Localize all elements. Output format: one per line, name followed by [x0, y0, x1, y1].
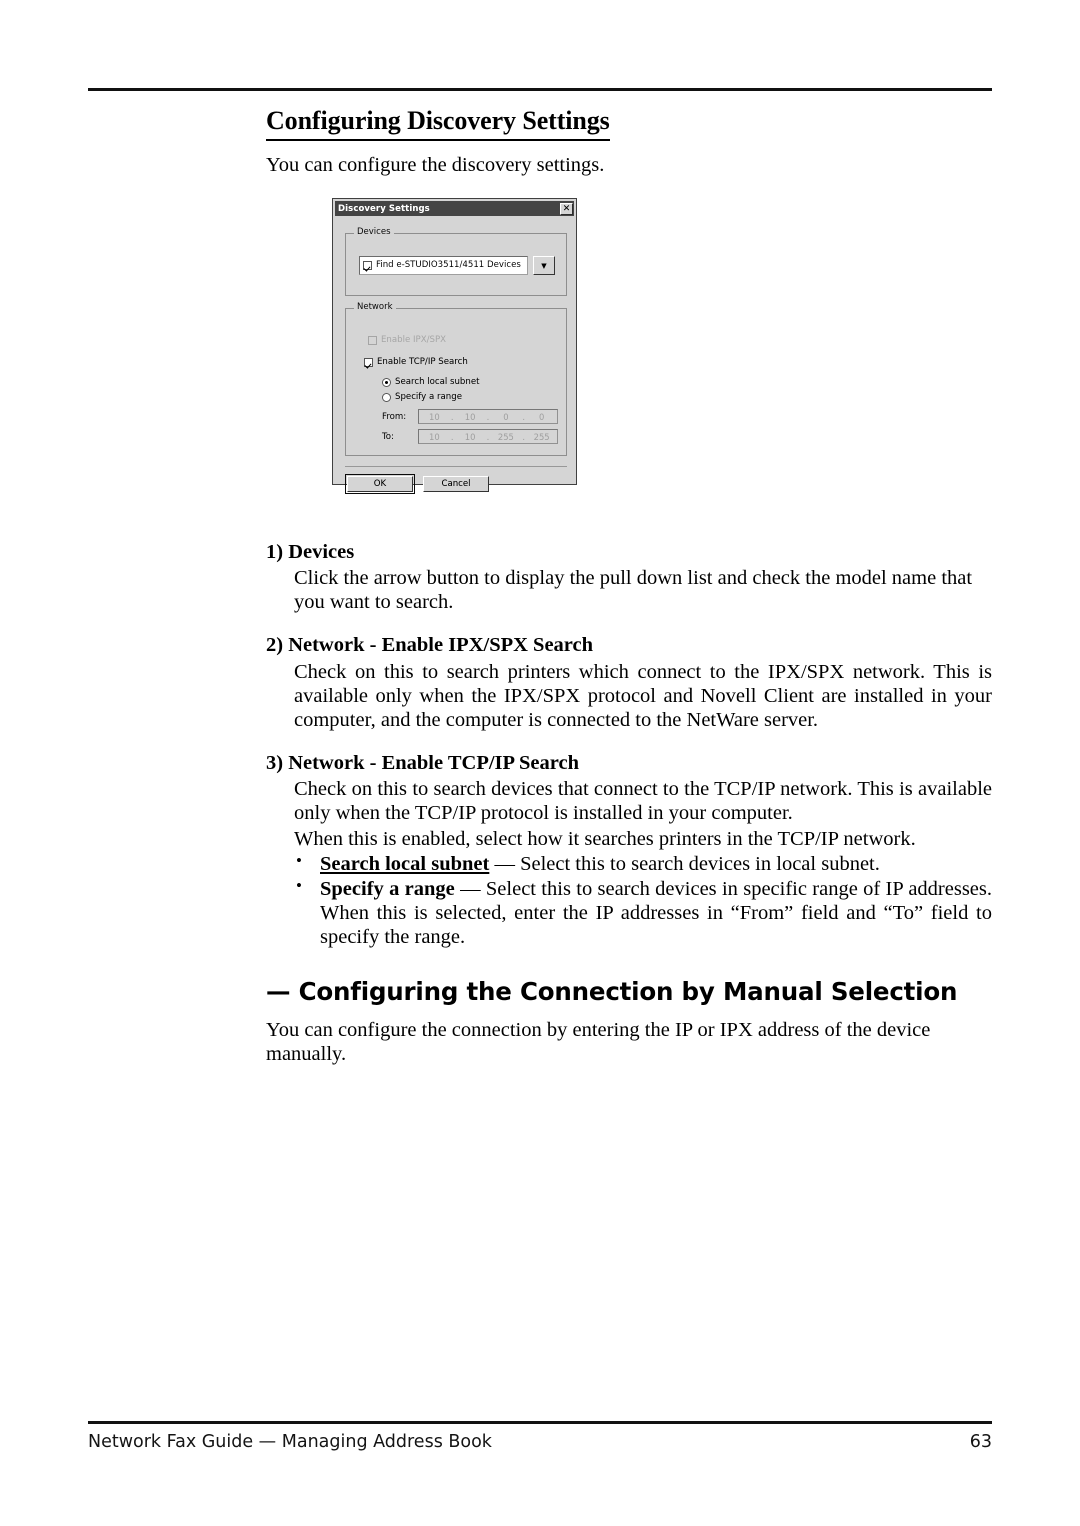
dialog-separator — [345, 466, 567, 467]
specify-a-range-label: Specify a range — [395, 392, 462, 403]
enable-ipx-spx-checkbox-row: Enable IPX/SPX — [368, 336, 446, 345]
dialog-titlebar: Discovery Settings ✕ — [335, 201, 574, 216]
item-2-heading: 2) Network - Enable IPX/SPX Search — [266, 634, 594, 657]
ip-from-label: From: — [382, 411, 407, 422]
page-footer: Network Fax Guide — Managing Address Boo… — [88, 1432, 992, 1452]
devices-groupbox: Devices Find e-STUDIO3511/4511 Devices ▼ — [345, 227, 567, 296]
specify-a-range-radio-row[interactable]: Specify a range — [382, 393, 462, 402]
ip-from-octet-1[interactable]: 10 — [419, 412, 450, 422]
ip-to-row: To: 10 . 10 . 255 . 255 — [382, 429, 558, 444]
ip-from-octet-2[interactable]: 10 — [455, 412, 486, 422]
dialog-title: Discovery Settings — [338, 203, 430, 214]
section-intro: You can configure the discovery settings… — [266, 153, 605, 176]
subsection-title: — Configuring the Connection by Manual S… — [266, 976, 958, 1006]
network-group-legend: Network — [354, 302, 396, 312]
tcpip-options-list: Search local subnet — Select this to sea… — [266, 851, 992, 949]
ip-from-octet-4[interactable]: 0 — [526, 412, 557, 422]
ip-to-octet-1[interactable]: 10 — [419, 432, 450, 442]
page-number: 63 — [969, 1432, 992, 1452]
discovery-settings-screenshot: Discovery Settings ✕ Devices Find e-STUD… — [332, 198, 577, 494]
bullet-1-term: Search local subnet — [320, 853, 490, 876]
subsection-body: You can configure the connection by ente… — [266, 1018, 931, 1065]
header-rule — [88, 88, 992, 91]
devices-checkbox-icon[interactable] — [363, 261, 372, 270]
ip-from-octet-3[interactable]: 0 — [491, 412, 522, 422]
item-1-heading: 1) Devices — [266, 541, 355, 563]
search-local-subnet-radio-icon[interactable] — [382, 378, 391, 387]
list-item: Search local subnet — Select this to sea… — [294, 851, 992, 876]
footer-title: Network Fax Guide — Managing Address Boo… — [88, 1432, 492, 1452]
item-3-body-2: When this is enabled, select how it sear… — [294, 828, 916, 851]
dialog-button-row: OK Cancel — [345, 474, 489, 494]
search-local-subnet-radio-row[interactable]: Search local subnet — [382, 378, 480, 387]
document-page: Configuring Discovery Settings You can c… — [0, 0, 1080, 1526]
enable-tcpip-checkbox-row[interactable]: Enable TCP/IP Search — [364, 358, 468, 367]
list-item: 2) Network - Enable IPX/SPX Search Check… — [266, 633, 992, 731]
ip-to-label: To: — [382, 431, 394, 442]
enable-ipx-spx-checkbox-icon — [368, 336, 377, 345]
ip-from-row: From: 10 . 10 . 0 . 0 — [382, 409, 558, 424]
cancel-button[interactable]: Cancel — [423, 476, 489, 492]
network-groupbox: Network Enable IPX/SPX Enable TCP/IP Sea… — [345, 302, 567, 456]
ip-to-field[interactable]: 10 . 10 . 255 . 255 — [418, 429, 558, 444]
close-icon[interactable]: ✕ — [560, 202, 573, 215]
search-local-subnet-label: Search local subnet — [395, 377, 480, 388]
list-item: Specify a range — Select this to search … — [294, 876, 992, 949]
ip-to-octet-4[interactable]: 255 — [526, 432, 557, 442]
ip-to-octet-3[interactable]: 255 — [491, 432, 522, 442]
devices-combo-value: Find e-STUDIO3511/4511 Devices — [376, 260, 521, 271]
enable-tcpip-label: Enable TCP/IP Search — [377, 357, 468, 368]
bullet-1-text: — Select this to search devices in local… — [489, 853, 880, 876]
devices-combobox[interactable]: Find e-STUDIO3511/4511 Devices ▼ — [359, 256, 555, 275]
dialog-body: Devices Find e-STUDIO3511/4511 Devices ▼… — [335, 218, 574, 494]
specify-a-range-radio-icon[interactable] — [382, 393, 391, 402]
chevron-down-icon[interactable]: ▼ — [533, 256, 555, 275]
ok-button[interactable]: OK — [345, 474, 415, 494]
discovery-settings-dialog: Discovery Settings ✕ Devices Find e-STUD… — [332, 198, 577, 494]
ip-to-octet-2[interactable]: 10 — [455, 432, 486, 442]
devices-combo-field[interactable]: Find e-STUDIO3511/4511 Devices — [359, 256, 528, 275]
devices-group-legend: Devices — [354, 227, 394, 237]
item-2-body: Check on this to search printers which c… — [294, 660, 992, 731]
enable-tcpip-checkbox-icon[interactable] — [364, 358, 373, 367]
item-1-body: Click the arrow button to display the pu… — [294, 567, 973, 614]
enable-ipx-spx-label: Enable IPX/SPX — [381, 335, 447, 346]
item-3-heading: 3) Network - Enable TCP/IP Search — [266, 751, 580, 774]
item-3-body: Check on this to search devices that con… — [294, 777, 992, 825]
list-item: 1) Devices Click the arrow button to dis… — [266, 540, 992, 614]
bullet-2-term: Specify a range — [320, 878, 455, 901]
page-title: Configuring Discovery Settings — [266, 106, 610, 141]
content-column: Configuring Discovery Settings You can c… — [266, 106, 992, 178]
ip-from-field[interactable]: 10 . 10 . 0 . 0 — [418, 409, 558, 424]
list-item: 3) Network - Enable TCP/IP Search Check … — [266, 751, 992, 950]
footer-rule — [88, 1421, 992, 1424]
numbered-list: 1) Devices Click the arrow button to dis… — [266, 540, 992, 1067]
